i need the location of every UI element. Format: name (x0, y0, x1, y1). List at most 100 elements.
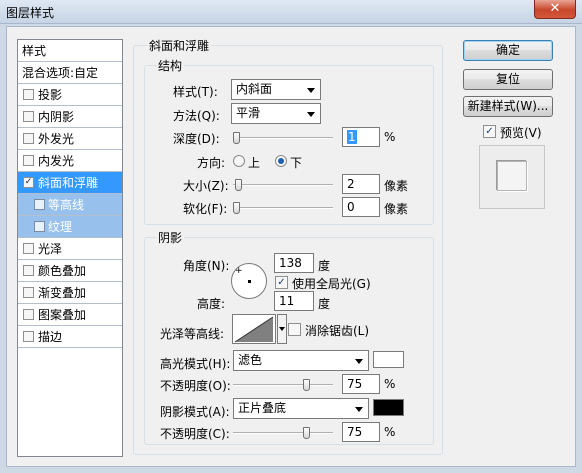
style-checkbox[interactable] (23, 265, 34, 276)
style-checkbox[interactable] (23, 243, 34, 254)
highlight-opacity-value: 75 (347, 377, 363, 391)
shadow-color-swatch[interactable] (373, 399, 404, 416)
angle-input[interactable]: 138 (274, 253, 314, 273)
style-list-item-label: 渐变叠加 (38, 286, 87, 300)
soften-value: 0 (347, 200, 355, 214)
style-list-item[interactable]: 光泽 (18, 238, 122, 260)
soften-slider[interactable] (233, 202, 333, 214)
size-value: 2 (347, 177, 355, 191)
style-list-item[interactable]: 等高线 (18, 194, 122, 216)
shadow-opacity-value: 75 (347, 425, 363, 439)
technique-value: 平滑 (236, 106, 261, 120)
direction-up-label: 上 (248, 156, 261, 170)
style-list-item-label: 投影 (38, 88, 63, 102)
shadow-opacity-input[interactable]: 75 (342, 422, 380, 442)
preview-label: 预览(V) (500, 126, 542, 140)
chevron-down-icon (279, 327, 285, 331)
soften-slider-thumb[interactable] (233, 202, 240, 214)
style-list-item[interactable]: 外发光 (18, 128, 122, 150)
style-list-item[interactable]: 描边 (18, 326, 122, 348)
shadow-mode-label: 阴影模式(A): (160, 405, 230, 419)
style-checkbox[interactable] (34, 221, 45, 232)
preview-checkbox[interactable]: ✓ 预览(V) (483, 124, 563, 140)
style-checkbox[interactable] (23, 287, 34, 298)
shadow-opacity-slider[interactable] (233, 427, 333, 439)
style-checkbox[interactable] (23, 133, 34, 144)
chevron-down-icon (355, 359, 363, 364)
contour-curve-icon (234, 316, 274, 343)
style-list-item[interactable]: 投影 (18, 84, 122, 106)
style-list-item-label: 描边 (38, 330, 63, 344)
preview-thumbnail (497, 161, 527, 191)
highlight-opacity-thumb[interactable] (303, 379, 310, 391)
antialias-checkbox[interactable] (288, 323, 301, 336)
title-bar: 图层样式 ✕ (0, 0, 582, 24)
close-button[interactable]: ✕ (534, 0, 576, 19)
gloss-contour-picker[interactable] (232, 314, 276, 344)
style-list-item[interactable]: 颜色叠加 (18, 260, 122, 282)
style-list-item[interactable]: 纹理 (18, 216, 122, 238)
size-unit: 像素 (384, 179, 409, 193)
direction-down-label: 下 (290, 156, 303, 170)
reset-button[interactable]: 复位 (463, 69, 553, 90)
structure-title: 结构 (156, 57, 185, 74)
angle-value: 138 (279, 256, 302, 270)
shadow-opacity-thumb[interactable] (303, 427, 310, 439)
angle-dial[interactable]: + (231, 263, 267, 299)
soften-unit: 像素 (384, 202, 409, 216)
style-list-header[interactable]: 样式 (18, 40, 122, 62)
shadow-mode-select[interactable]: 正片叠底 (233, 398, 369, 419)
gloss-contour-label: 光泽等高线: (160, 327, 225, 341)
style-checkbox[interactable] (23, 155, 34, 166)
direction-down-radio[interactable] (275, 155, 287, 167)
style-list-item[interactable]: 图案叠加 (18, 304, 122, 326)
style-checkbox[interactable] (23, 111, 34, 122)
style-list-item-label: 内发光 (38, 154, 75, 168)
style-list-item-label: 纹理 (48, 220, 73, 234)
angle-label: 角度(N): (183, 259, 230, 273)
highlight-mode-value: 滤色 (238, 353, 263, 367)
style-list-item[interactable]: ✓ 斜面和浮雕 (18, 172, 122, 194)
altitude-label: 高度: (197, 297, 226, 311)
global-light-checkbox[interactable]: ✓ (275, 276, 288, 289)
direction-up-radio[interactable] (233, 155, 245, 167)
depth-input[interactable]: 1 (342, 127, 380, 147)
new-style-button[interactable]: 新建样式(W)... (463, 96, 553, 117)
ok-button[interactable]: 确定 (463, 40, 553, 61)
size-slider-thumb[interactable] (235, 179, 242, 191)
dialog-body: 样式 混合选项:自定 投影内阴影 外发光内发光 ✓ 斜面和浮雕等高线纹理光泽颜色叠加渐… (6, 26, 576, 467)
depth-slider[interactable] (233, 132, 333, 144)
highlight-color-swatch[interactable] (373, 351, 404, 368)
style-checkbox[interactable] (23, 331, 34, 342)
highlight-mode-select[interactable]: 滤色 (233, 350, 369, 371)
size-input[interactable]: 2 (342, 174, 380, 194)
style-preview (479, 145, 545, 209)
style-checkbox[interactable] (34, 199, 45, 210)
crosshair-icon: + (235, 266, 243, 276)
style-list-item-label: 等高线 (48, 198, 85, 212)
depth-value: 1 (347, 130, 357, 144)
direction-label: 方向: (197, 156, 226, 170)
highlight-opacity-unit: % (384, 377, 396, 391)
shadow-mode-value: 正片叠底 (238, 401, 287, 415)
altitude-input[interactable]: 11 (274, 291, 314, 311)
preview-check-icon[interactable]: ✓ (483, 125, 496, 138)
style-checkbox[interactable] (23, 89, 34, 100)
bevel-style-select[interactable]: 内斜面 (231, 79, 321, 100)
chevron-down-icon (355, 407, 363, 412)
style-list-item-label: 颜色叠加 (38, 264, 87, 278)
style-list-item[interactable]: 内发光 (18, 150, 122, 172)
depth-slider-thumb[interactable] (233, 132, 240, 144)
soften-input[interactable]: 0 (342, 197, 380, 217)
style-list-item[interactable]: 内阴影 (18, 106, 122, 128)
blending-options-item[interactable]: 混合选项:自定 (18, 62, 122, 84)
size-slider[interactable] (233, 179, 333, 191)
highlight-opacity-input[interactable]: 75 (342, 374, 380, 394)
style-list-item[interactable]: 渐变叠加 (18, 282, 122, 304)
gloss-contour-dropdown[interactable] (277, 314, 287, 344)
style-checkbox[interactable] (23, 309, 34, 320)
highlight-opacity-slider[interactable] (233, 379, 333, 391)
technique-select[interactable]: 平滑 (231, 103, 321, 124)
style-checkbox[interactable]: ✓ (23, 177, 34, 188)
altitude-value: 11 (279, 294, 295, 308)
